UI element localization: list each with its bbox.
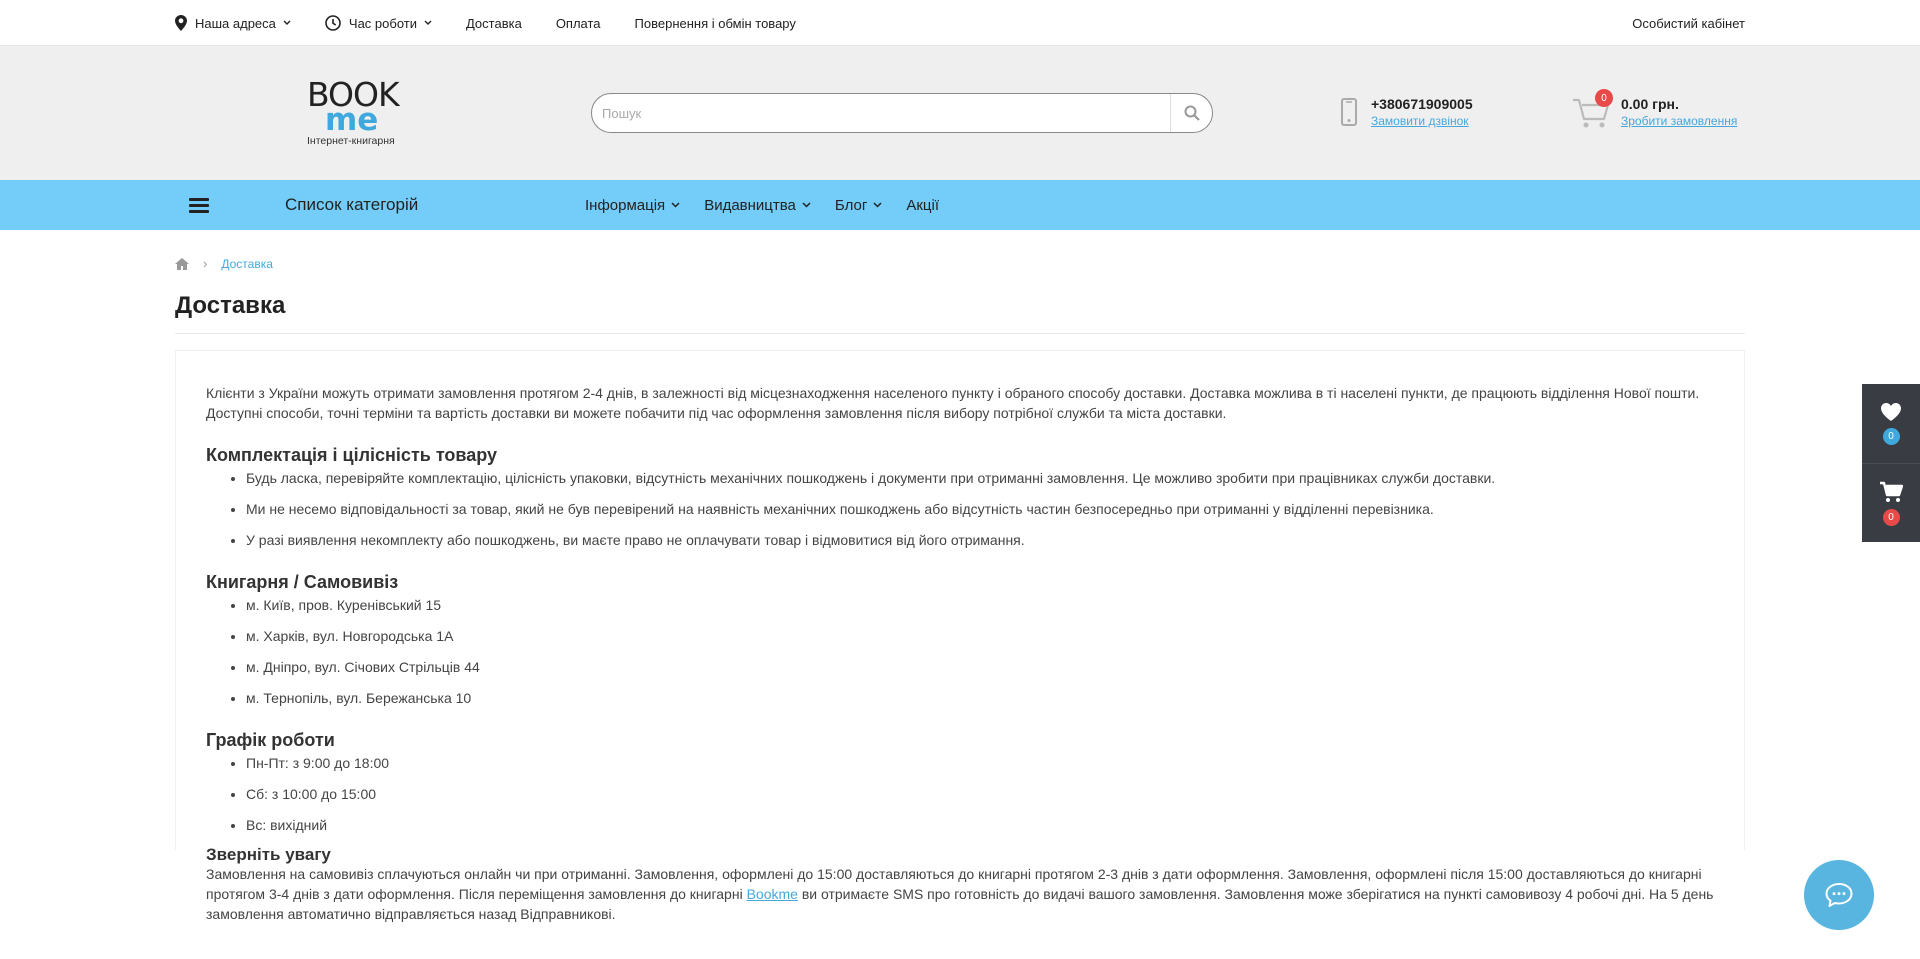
chevron-down-icon [283, 20, 291, 25]
chat-button[interactable] [1804, 860, 1874, 930]
payment-link[interactable]: Оплата [556, 16, 601, 31]
list-item: м. Дніпро, вул. Січових Стрільців 44 [246, 657, 1714, 677]
nav-item-info[interactable]: Інформація [585, 197, 680, 214]
hours-dropdown[interactable]: Час роботи [325, 15, 432, 31]
phone-number[interactable]: +380671909005 [1371, 96, 1473, 112]
list-item: Ми не несемо відповідальності за товар, … [246, 499, 1714, 519]
breadcrumb: › Доставка [175, 256, 273, 271]
title-divider [175, 333, 1745, 334]
wishlist-widget-button[interactable]: 0 [1862, 384, 1920, 463]
returns-link[interactable]: Повернення і обмін товару [635, 16, 796, 31]
cart-widget-button[interactable]: 0 [1862, 463, 1920, 542]
account-link[interactable]: Особистий кабінет [1632, 16, 1745, 31]
hours-label: Час роботи [348, 15, 417, 31]
menu-burger-icon[interactable] [189, 195, 209, 216]
nav-item-label: Блог [834, 196, 868, 214]
clock-icon [325, 15, 341, 31]
nav-item-promotions[interactable]: Акції [906, 197, 939, 214]
list-item: Будь ласка, перевіряйте комплектацію, ці… [246, 468, 1714, 488]
address-label: Наша адреса [195, 15, 276, 31]
search-icon [1184, 105, 1200, 121]
list-item: м. Харків, вул. Новгородська 1А [246, 626, 1714, 646]
section-heading-schedule: Графік роботи [206, 730, 335, 750]
chevron-down-icon [424, 20, 432, 25]
section-heading-pickup: Книгарня / Самовивіз [206, 572, 399, 592]
place-order-link[interactable]: Зробити замовлення [1621, 114, 1737, 128]
section-heading-notice: Зверніть увагу [206, 845, 331, 864]
mobile-phone-icon [1341, 98, 1357, 126]
bookme-link[interactable]: Bookme [747, 886, 798, 902]
cart-total: 0.00 грн. [1621, 96, 1679, 112]
article-body: Клієнти з України можуть отримати замовл… [175, 350, 1745, 922]
list-item: Сб: з 10:00 до 15:00 [246, 784, 1714, 804]
list-item: м. Київ, пров. Куренівський 15 [246, 595, 1714, 615]
pickup-list: м. Київ, пров. Куренівський 15 м. Харків… [206, 595, 1714, 708]
site-logo[interactable]: BOOK me Інтернет-книгарня [307, 78, 417, 150]
address-dropdown[interactable]: Наша адреса [175, 15, 291, 31]
list-item: Пн-Пт: з 9:00 до 18:00 [246, 753, 1714, 773]
phone-block: +380671909005 Замовити дзвінок [1341, 96, 1473, 128]
breadcrumb-current[interactable]: Доставка [221, 257, 273, 271]
request-call-link[interactable]: Замовити дзвінок [1371, 114, 1473, 128]
search-box [591, 93, 1213, 133]
nav-item-label: Інформація [585, 196, 666, 214]
home-icon[interactable] [175, 257, 189, 270]
list-item: м. Тернопіль, вул. Бережанська 10 [246, 688, 1714, 708]
map-marker-icon [175, 15, 187, 31]
heart-icon [1881, 403, 1901, 421]
cart-count-badge: 0 [1595, 89, 1613, 107]
cart-icon-wrap: 0 [1571, 89, 1615, 130]
breadcrumb-separator: › [203, 256, 208, 271]
categories-menu[interactable]: Список категорій [285, 195, 585, 215]
search-input[interactable] [592, 94, 1170, 132]
logo-subtitle: Інтернет-книгарня [307, 135, 395, 147]
nav-item-publishers[interactable]: Видавництва [704, 197, 811, 214]
cart-icon [1880, 481, 1903, 502]
notice-paragraph: Замовлення на самовивіз сплачуються онла… [206, 864, 1714, 924]
section-heading-completeness: Комплектація і цілісність товару [206, 445, 498, 465]
chevron-down-icon [873, 202, 882, 208]
nav-item-label: Акції [906, 196, 939, 214]
cart-count-badge: 0 [1882, 508, 1900, 526]
schedule-list: Пн-Пт: з 9:00 до 18:00 Сб: з 10:00 до 15… [206, 753, 1714, 835]
completeness-list: Будь ласка, перевіряйте комплектацію, ці… [206, 468, 1714, 550]
chevron-down-icon [802, 202, 811, 208]
nav-item-label: Видавництва [704, 196, 796, 214]
page-title: Доставка [175, 292, 286, 319]
top-bar: Наша адреса Час роботи Доставка Оплата П… [0, 0, 1920, 46]
list-item: Вс: вихідний [246, 815, 1714, 835]
logo-me-text: me [325, 102, 379, 138]
wishlist-count-badge: 0 [1882, 428, 1900, 445]
chevron-down-icon [671, 202, 680, 208]
main-content: › Доставка Доставка Клієнти з України мо… [175, 230, 1745, 959]
list-item: У разі виявлення некомплекту або пошкодж… [246, 530, 1714, 550]
main-nav: Список категорій Інформація Видавництва … [0, 180, 1920, 230]
delivery-link[interactable]: Доставка [466, 16, 522, 31]
chat-icon [1825, 883, 1853, 907]
intro-paragraph: Клієнти з України можуть отримати замовл… [206, 385, 1700, 421]
nav-item-blog[interactable]: Блог [835, 197, 882, 214]
side-widget: 0 0 [1862, 384, 1920, 542]
header-cart[interactable]: 0 0.00 грн. Зробити замовлення [1571, 89, 1737, 130]
header: BOOK me Інтернет-книгарня +380671909005 … [0, 46, 1920, 180]
search-button[interactable] [1170, 94, 1212, 132]
